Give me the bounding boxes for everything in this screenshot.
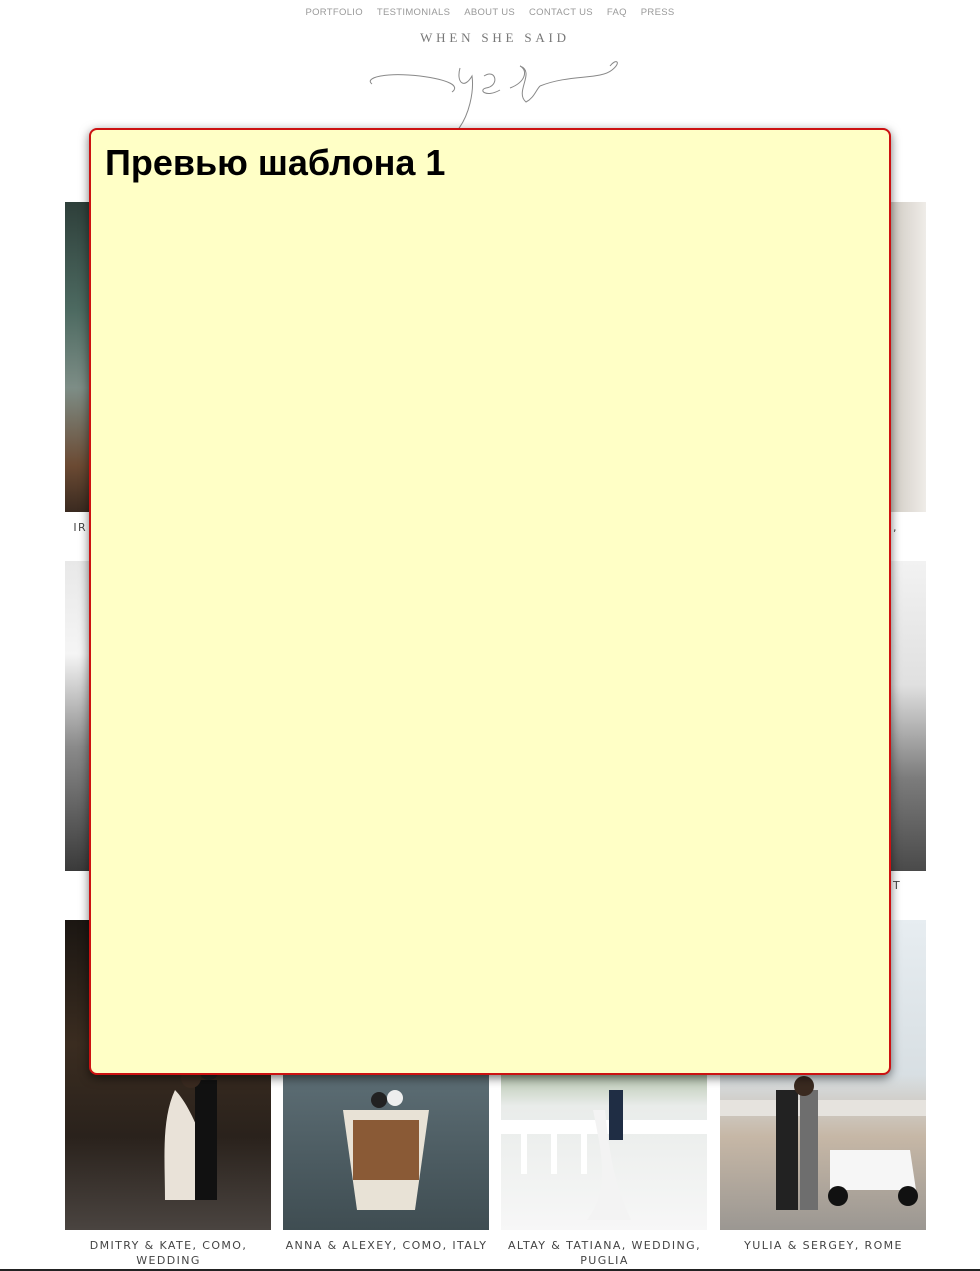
nav-about-us[interactable]: ABOUT US [464,7,515,18]
gallery-caption[interactable]: T [893,878,913,893]
top-navigation: PORTFOLIO TESTIMONIALS ABOUT US CONTACT … [0,7,980,18]
nav-portfolio[interactable]: PORTFOLIO [305,7,362,18]
nav-contact-us[interactable]: CONTACT US [529,7,593,18]
gallery-caption[interactable]: ALTAY & TATIANA, WEDDING, PUGLIA [501,1238,708,1268]
site-logo[interactable]: WHEN SHE SAID [360,28,630,138]
logo-script-yes [369,61,618,133]
gallery-caption[interactable]: DMITRY & KATE, COMO, WEDDING [65,1238,272,1268]
nav-press[interactable]: PRESS [641,7,675,18]
gallery-caption[interactable]: , [893,520,913,535]
gallery-caption[interactable]: YULIA & SERGEY, ROME [720,1238,927,1253]
gallery-caption[interactable]: IR [0,520,87,535]
template-preview-modal[interactable]: Превью шаблона 1 [89,128,891,1075]
nav-testimonials[interactable]: TESTIMONIALS [377,7,450,18]
modal-title: Превью шаблона 1 [105,142,446,183]
nav-faq[interactable]: FAQ [607,7,627,18]
logo-tagline: WHEN SHE SAID [420,30,570,45]
gallery-caption[interactable]: ANNA & ALEXEY, COMO, ITALY [283,1238,490,1253]
